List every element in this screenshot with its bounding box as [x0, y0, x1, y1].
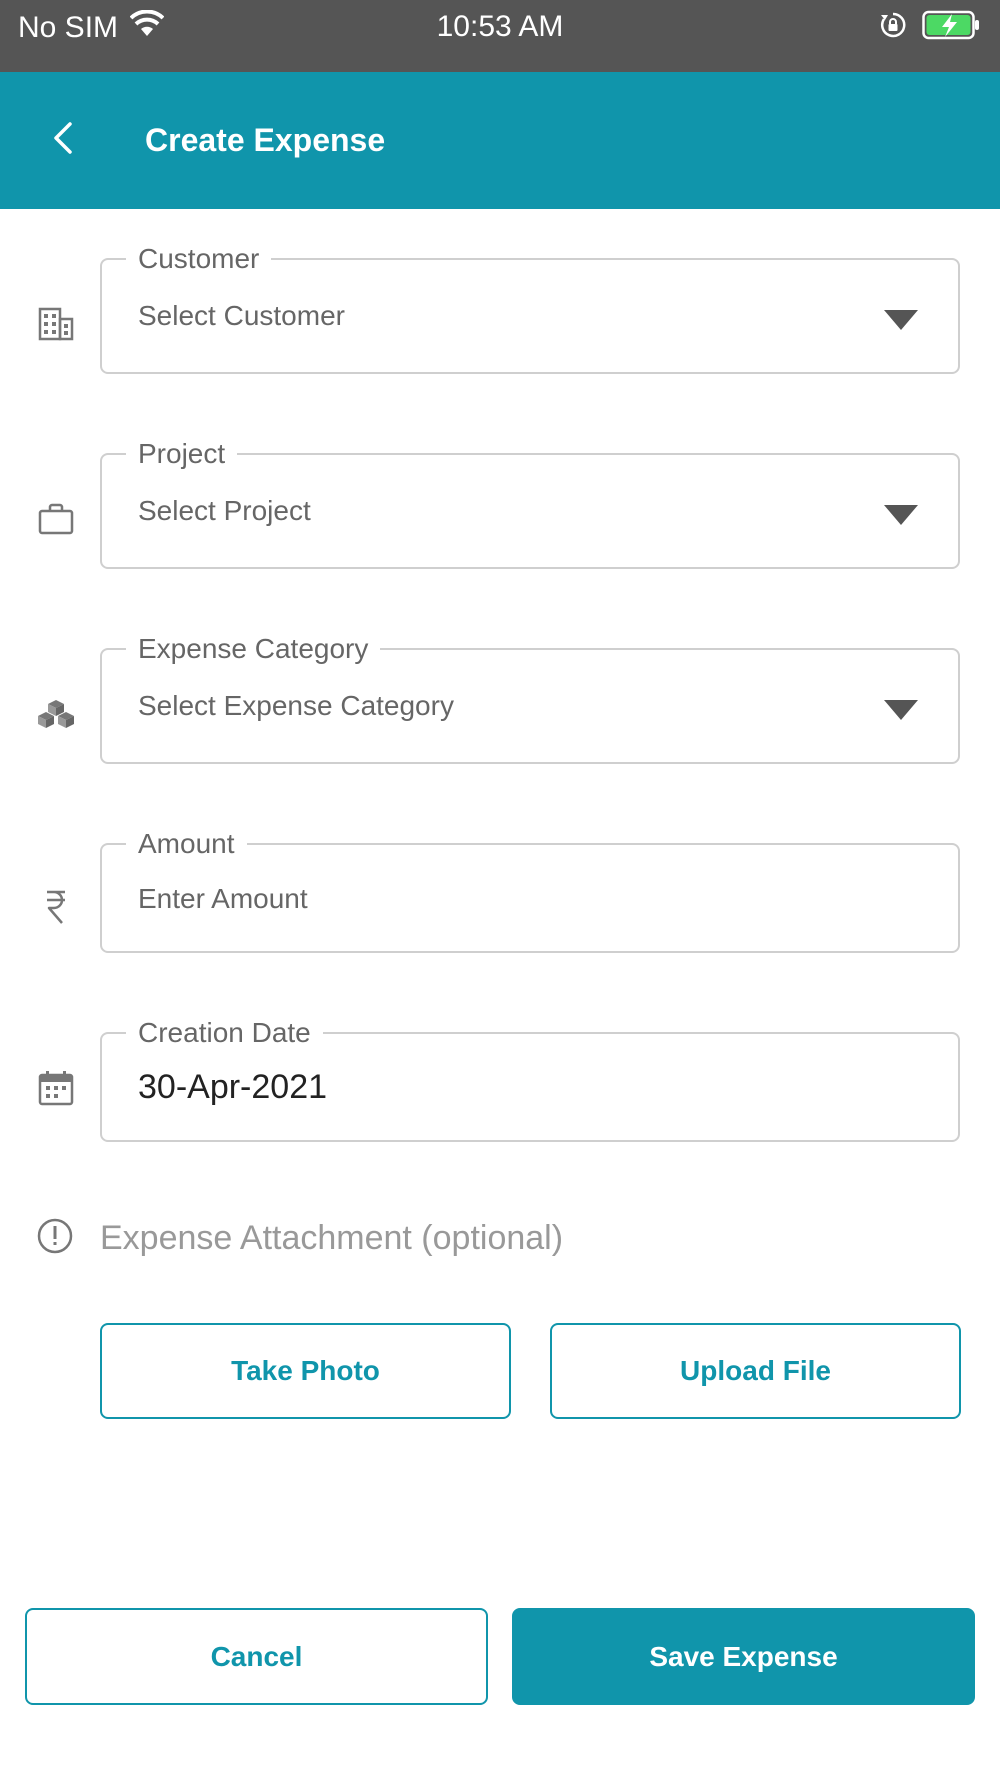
creation-date-label: Creation Date — [126, 1016, 323, 1050]
customer-label: Customer — [126, 242, 272, 276]
amount-label: Amount — [126, 827, 247, 861]
category-row: Expense Category Select Expense Category — [0, 632, 1000, 764]
info-circle-icon — [36, 1217, 74, 1260]
chevron-left-icon — [50, 120, 78, 161]
creation-date-input[interactable]: Creation Date 30-Apr-2021 — [100, 1016, 960, 1142]
creation-date-value: 30-Apr-2021 — [138, 1068, 328, 1106]
rotation-lock-icon — [878, 10, 908, 45]
upload-file-button[interactable]: Upload File — [550, 1323, 961, 1419]
dropdown-arrow-icon — [884, 505, 918, 525]
category-placeholder: Select Expense Category — [138, 690, 454, 721]
back-button[interactable] — [40, 116, 88, 164]
project-label: Project — [126, 437, 238, 471]
customer-placeholder: Select Customer — [138, 300, 345, 331]
date-row: Creation Date 30-Apr-2021 — [0, 1016, 1000, 1142]
amount-placeholder: Enter Amount — [138, 883, 308, 914]
attachment-section: Expense Attachment (optional) — [0, 1215, 1000, 1265]
page-title: Create Expense — [145, 122, 386, 158]
save-expense-button[interactable]: Save Expense — [512, 1608, 975, 1705]
cubes-icon — [34, 692, 78, 736]
building-icon — [34, 302, 78, 346]
calendar-icon — [34, 1066, 78, 1110]
category-dropdown[interactable]: Expense Category Select Expense Category — [100, 632, 960, 764]
status-bar: No SIM 10:53 AM — [0, 0, 1000, 72]
dropdown-arrow-icon — [884, 700, 918, 720]
category-label: Expense Category — [126, 632, 381, 666]
status-time: 10:53 AM — [436, 10, 564, 43]
project-placeholder: Select Project — [138, 495, 311, 526]
status-icons — [878, 10, 982, 45]
rupee-icon — [34, 885, 78, 929]
project-dropdown[interactable]: Project Select Project — [100, 437, 960, 569]
app-bar: Create Expense — [0, 72, 1000, 209]
project-row: Project Select Project — [0, 437, 1000, 569]
battery-charging-icon — [922, 10, 982, 45]
take-photo-button[interactable]: Take Photo — [100, 1323, 511, 1419]
customer-dropdown[interactable]: Customer Select Customer — [100, 242, 960, 374]
attachment-label: Expense Attachment (optional) — [100, 1219, 564, 1257]
dropdown-arrow-icon — [884, 310, 918, 330]
cancel-button[interactable]: Cancel — [25, 1608, 488, 1705]
briefcase-icon — [34, 497, 78, 541]
amount-row: Amount Enter Amount — [0, 827, 1000, 953]
amount-input[interactable]: Amount Enter Amount — [100, 827, 960, 953]
customer-row: Customer Select Customer — [0, 242, 1000, 374]
